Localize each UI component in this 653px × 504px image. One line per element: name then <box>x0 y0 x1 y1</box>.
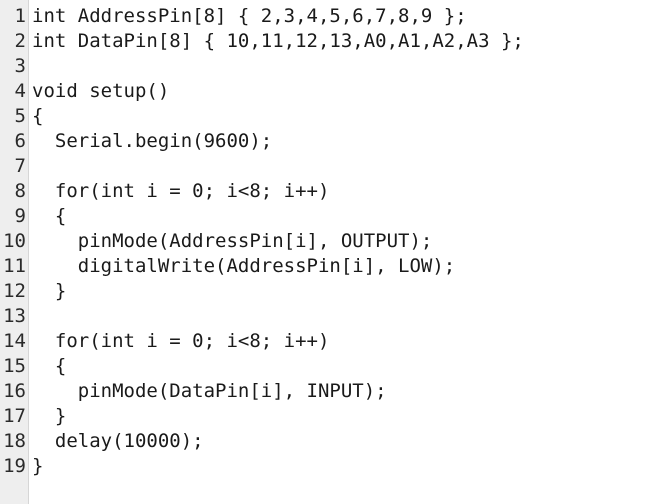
code-text-area[interactable]: int AddressPin[8] { 2,3,4,5,6,7,8,9 }; i… <box>29 0 653 504</box>
line-number: 17 <box>3 405 26 427</box>
code-line[interactable]: } <box>32 404 653 429</box>
line-number: 18 <box>3 430 26 452</box>
line-number: 12 <box>3 280 26 302</box>
line-number: 8 <box>14 180 26 202</box>
line-number: 2 <box>14 30 26 52</box>
code-line[interactable]: } <box>32 454 653 479</box>
line-number: 3 <box>14 55 26 77</box>
line-number: 15 <box>3 355 26 377</box>
code-line[interactable]: int DataPin[8] { 10,11,12,13,A0,A1,A2,A3… <box>32 29 653 54</box>
line-number: 16 <box>3 380 26 402</box>
code-line[interactable]: void setup() <box>32 79 653 104</box>
line-number: 5 <box>14 105 26 127</box>
code-line[interactable]: int AddressPin[8] { 2,3,4,5,6,7,8,9 }; <box>32 4 653 29</box>
code-line[interactable]: Serial.begin(9600); <box>32 129 653 154</box>
line-number: 13 <box>3 305 26 327</box>
line-number: 1 <box>14 5 26 27</box>
code-line[interactable]: pinMode(DataPin[i], INPUT); <box>32 379 653 404</box>
code-line[interactable]: { <box>32 204 653 229</box>
code-line[interactable]: pinMode(AddressPin[i], OUTPUT); <box>32 229 653 254</box>
line-number: 6 <box>14 130 26 152</box>
line-number-gutter: 1 2 3 4 5 6 7 8 9 10 11 12 13 14 15 16 1… <box>0 0 29 504</box>
code-line[interactable]: } <box>32 279 653 304</box>
code-line[interactable] <box>32 54 653 79</box>
code-line[interactable]: { <box>32 104 653 129</box>
line-number: 11 <box>3 255 26 277</box>
code-line[interactable]: digitalWrite(AddressPin[i], LOW); <box>32 254 653 279</box>
code-line[interactable]: { <box>32 354 653 379</box>
line-number: 4 <box>14 80 26 102</box>
line-number: 19 <box>3 455 26 477</box>
line-number: 14 <box>3 330 26 352</box>
line-number: 9 <box>14 205 26 227</box>
code-line[interactable] <box>32 154 653 179</box>
code-line[interactable] <box>32 304 653 329</box>
code-line[interactable]: delay(10000); <box>32 429 653 454</box>
code-line[interactable]: for(int i = 0; i<8; i++) <box>32 329 653 354</box>
line-number: 10 <box>3 230 26 252</box>
line-number: 7 <box>14 155 26 177</box>
code-line[interactable]: for(int i = 0; i<8; i++) <box>32 179 653 204</box>
code-editor[interactable]: 1 2 3 4 5 6 7 8 9 10 11 12 13 14 15 16 1… <box>0 0 653 504</box>
